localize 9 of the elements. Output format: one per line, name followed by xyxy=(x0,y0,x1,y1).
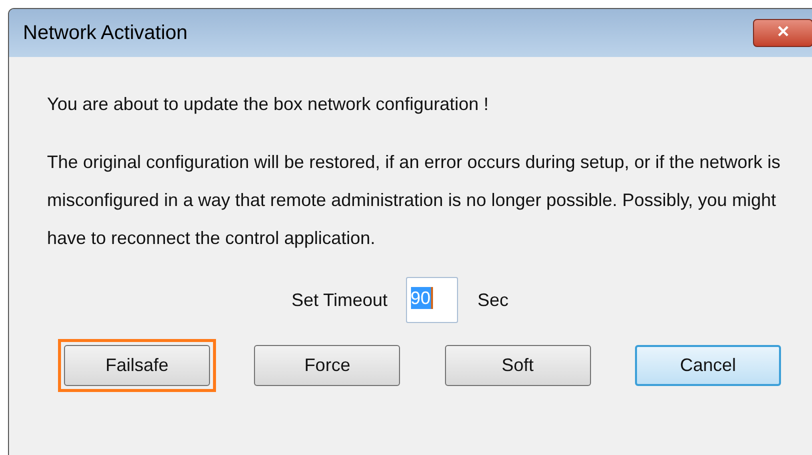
dialog-button[interactable]: Failsafe xyxy=(64,345,210,386)
dialog-button[interactable]: Cancel xyxy=(634,345,781,386)
details-paragraph: The original configuration will be restored, if an error occurs during setup, or if the network is misconfigured in a way that remote administration is no longer possible. Possibly, you might have to reconnect the control application. xyxy=(47,151,782,250)
timeout-unit: Sec xyxy=(478,288,509,312)
dialog-button[interactable]: Force xyxy=(254,345,400,386)
message-text: You are about to update the box network configuration ! xyxy=(47,93,490,116)
window-title: Network Activation xyxy=(23,21,188,46)
dialog-button[interactable]: Soft xyxy=(444,345,591,386)
timeout-label: Set Timeout xyxy=(291,288,388,312)
